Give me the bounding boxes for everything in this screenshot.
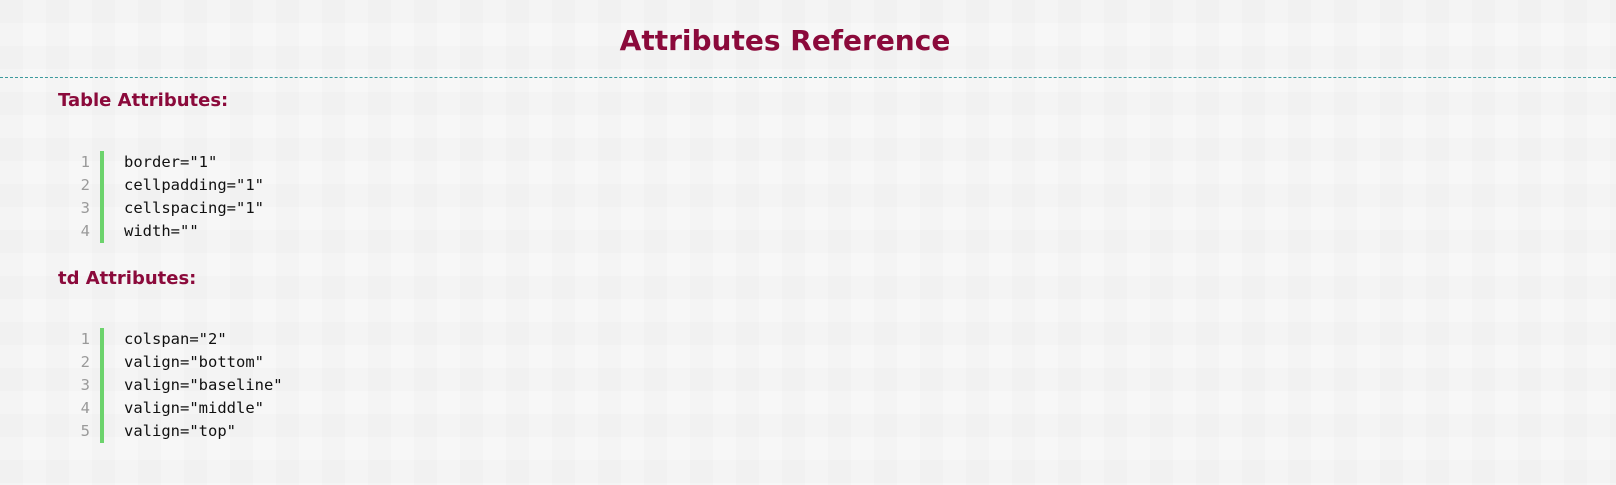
code-block-table: 1 border="1" 2 cellpadding="1" 3 cellspacin… bbox=[60, 151, 264, 243]
section-heading-td: td Attributes: bbox=[58, 268, 197, 289]
divider bbox=[0, 77, 1616, 78]
section-heading-table: Table Attributes: bbox=[58, 90, 229, 111]
code-line: 3 valign="baseline" bbox=[60, 374, 283, 397]
line-number: 1 bbox=[80, 153, 90, 171]
code-line: 2 cellpadding="1" bbox=[60, 174, 264, 197]
line-number: 2 bbox=[80, 176, 90, 194]
code-text: border="1" bbox=[124, 153, 218, 171]
code-line: 5 valign="top" bbox=[60, 420, 283, 443]
code-text: valign="middle" bbox=[124, 399, 264, 417]
code-line: 4 valign="middle" bbox=[60, 397, 283, 420]
line-number: 3 bbox=[80, 199, 90, 217]
line-number: 4 bbox=[80, 399, 90, 417]
code-text: valign="baseline" bbox=[124, 376, 283, 394]
code-text: width="" bbox=[124, 222, 199, 240]
code-block-td: 1 colspan="2" 2 valign="bottom" 3 valign="b… bbox=[60, 328, 283, 443]
code-line: 1 colspan="2" bbox=[60, 328, 283, 351]
code-line: 4 width="" bbox=[60, 220, 264, 243]
code-text: valign="bottom" bbox=[124, 353, 264, 371]
line-number: 1 bbox=[80, 330, 90, 348]
code-text: cellspacing="1" bbox=[124, 199, 264, 217]
line-number: 2 bbox=[80, 353, 90, 371]
code-line: 2 valign="bottom" bbox=[60, 351, 283, 374]
line-number: 3 bbox=[80, 376, 90, 394]
line-number: 5 bbox=[80, 422, 90, 440]
page-title: Attributes Reference bbox=[619, 24, 951, 57]
line-number: 4 bbox=[80, 222, 90, 240]
code-line: 3 cellspacing="1" bbox=[60, 197, 264, 220]
code-text: colspan="2" bbox=[124, 330, 227, 348]
code-text: valign="top" bbox=[124, 422, 236, 440]
code-text: cellpadding="1" bbox=[124, 176, 264, 194]
code-line: 1 border="1" bbox=[60, 151, 264, 174]
